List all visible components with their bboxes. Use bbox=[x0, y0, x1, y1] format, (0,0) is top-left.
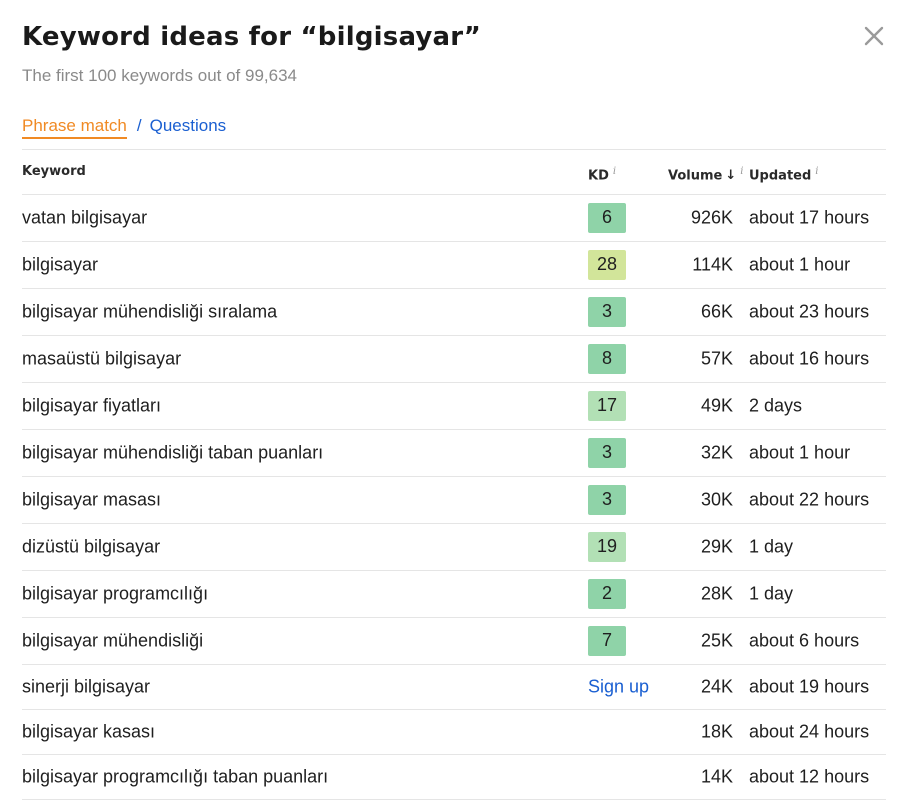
volume-cell: 114K bbox=[692, 254, 733, 275]
updated-cell: about 16 hours bbox=[749, 348, 870, 369]
info-icon[interactable]: i bbox=[740, 166, 743, 177]
updated-cell: about 17 hours bbox=[749, 207, 870, 228]
table-row: bilgisayar programcılığı taban puanları 1… bbox=[22, 755, 886, 800]
volume-cell: 49K bbox=[700, 395, 733, 416]
updated-cell: about 12 hours bbox=[749, 766, 870, 787]
table-row: sinerji bilgisayar Sign up 24K about 19 hou… bbox=[22, 665, 886, 710]
keyword-cell[interactable]: masaüstü bilgisayar bbox=[22, 349, 181, 370]
kd-badge: 28 bbox=[588, 250, 626, 280]
table-row: bilgisayar masası 3 30K about 22 hours bbox=[22, 477, 886, 524]
volume-cell: 18K bbox=[700, 721, 733, 742]
volume-cell: 25K bbox=[700, 630, 733, 651]
keyword-cell[interactable]: vatan bilgisayar bbox=[22, 208, 147, 229]
column-header-kd-label: KD bbox=[588, 168, 609, 184]
table-row: bilgisayar mühendisliği taban puanları 3 3… bbox=[22, 430, 886, 477]
volume-cell: 66K bbox=[700, 301, 733, 322]
table-row: bilgisayar programcılığı 2 28K 1 day bbox=[22, 571, 886, 618]
volume-cell: 926K bbox=[690, 207, 733, 228]
keyword-cell[interactable]: bilgisayar mühendisliği taban puanları bbox=[22, 443, 323, 464]
keyword-cell[interactable]: bilgisayar programcılığı bbox=[22, 584, 208, 605]
keyword-cell[interactable]: bilgisayar programcılığı taban puanları bbox=[22, 767, 328, 788]
column-header-keyword: Keyword bbox=[22, 164, 86, 179]
updated-cell: 1 day bbox=[749, 536, 794, 557]
table-row: bilgisayar 28 114K about 1 hour bbox=[22, 242, 886, 289]
table-row: vatan bilgisayar 6 926K about 17 hours bbox=[22, 195, 886, 242]
column-header-volume-label: Volume bbox=[668, 168, 723, 184]
volume-cell: 29K bbox=[700, 536, 733, 557]
column-header-volume[interactable]: Volume ↓ i bbox=[668, 166, 743, 183]
volume-cell: 14K bbox=[700, 766, 733, 787]
table-row: bilgisayar mühendisliği sıralama 3 66K abou… bbox=[22, 289, 886, 336]
column-header-updated-label: Updated bbox=[749, 168, 812, 184]
modal-subtitle: The first 100 keywords out of 99,634 bbox=[22, 66, 297, 85]
kd-badge: 8 bbox=[588, 344, 626, 374]
keyword-cell[interactable]: bilgisayar mühendisliği sıralama bbox=[22, 302, 277, 323]
modal-title: Keyword ideas for “bilgisayar” bbox=[22, 22, 482, 52]
updated-cell: about 23 hours bbox=[749, 301, 870, 322]
close-icon[interactable] bbox=[862, 24, 886, 48]
tab-separator: / bbox=[136, 116, 142, 135]
kd-badge: 2 bbox=[588, 579, 626, 609]
table-row: bilgisayar fiyatları 17 49K 2 days bbox=[22, 383, 886, 430]
kd-badge: 17 bbox=[588, 391, 626, 421]
kd-badge: 6 bbox=[588, 203, 626, 233]
keyword-cell[interactable]: sinerji bilgisayar bbox=[22, 677, 150, 698]
sign-up-link[interactable]: Sign up bbox=[588, 677, 649, 698]
table-row: masaüstü bilgisayar 8 57K about 16 hours bbox=[22, 336, 886, 383]
keyword-cell[interactable]: bilgisayar fiyatları bbox=[22, 396, 161, 417]
keyword-cell[interactable]: bilgisayar kasası bbox=[22, 722, 155, 743]
volume-cell: 24K bbox=[700, 676, 733, 697]
column-header-kd: KD i bbox=[588, 166, 616, 183]
updated-cell: about 6 hours bbox=[749, 630, 860, 651]
match-type-tabs: Phrase match / Questions bbox=[22, 116, 226, 139]
table-header: Keyword KD i Volume ↓ i Updated i bbox=[22, 150, 886, 195]
kd-badge: 3 bbox=[588, 297, 626, 327]
table-row: bilgisayar kasası 18K about 24 hours bbox=[22, 710, 886, 755]
volume-cell: 32K bbox=[700, 442, 733, 463]
updated-cell: about 24 hours bbox=[749, 721, 870, 742]
kd-badge: 3 bbox=[588, 485, 626, 515]
keyword-ideas-modal: Keyword ideas for “bilgisayar” The first… bbox=[0, 0, 917, 806]
updated-cell: about 22 hours bbox=[749, 489, 870, 510]
keyword-cell[interactable]: bilgisayar mühendisliği bbox=[22, 631, 203, 652]
updated-cell: about 19 hours bbox=[749, 676, 870, 697]
info-icon[interactable]: i bbox=[815, 166, 818, 177]
tab-phrase-match[interactable]: Phrase match bbox=[22, 116, 127, 139]
info-icon[interactable]: i bbox=[613, 166, 616, 177]
kd-badge: 19 bbox=[588, 532, 626, 562]
kd-badge: 7 bbox=[588, 626, 626, 656]
tab-questions[interactable]: Questions bbox=[150, 116, 227, 136]
volume-cell: 57K bbox=[700, 348, 733, 369]
volume-cell: 30K bbox=[700, 489, 733, 510]
kd-badge: 3 bbox=[588, 438, 626, 468]
keyword-cell[interactable]: bilgisayar bbox=[22, 255, 98, 276]
table-row: bilgisayar mühendisliği 7 25K about 6 hours bbox=[22, 618, 886, 665]
updated-cell: about 1 hour bbox=[749, 442, 851, 463]
sort-descending-icon: ↓ bbox=[725, 168, 737, 184]
keyword-cell[interactable]: dizüstü bilgisayar bbox=[22, 537, 160, 558]
keyword-cell[interactable]: bilgisayar masası bbox=[22, 490, 161, 511]
volume-cell: 28K bbox=[700, 583, 733, 604]
keyword-table-body: vatan bilgisayar 6 926K about 17 hours bilgi… bbox=[22, 195, 886, 800]
updated-cell: 1 day bbox=[749, 583, 794, 604]
table-row: dizüstü bilgisayar 19 29K 1 day bbox=[22, 524, 886, 571]
column-header-updated: Updated i bbox=[749, 166, 818, 183]
updated-cell: about 1 hour bbox=[749, 254, 851, 275]
updated-cell: 2 days bbox=[749, 395, 803, 416]
